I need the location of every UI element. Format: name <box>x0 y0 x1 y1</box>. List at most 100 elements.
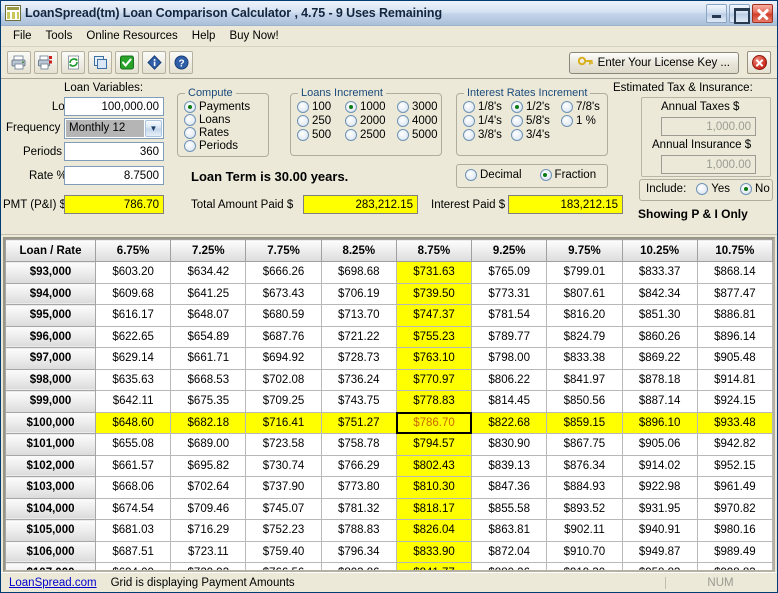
grid-cell-highlighted[interactable]: $810.30 <box>395 476 473 499</box>
rates-increment-option-7-8[interactable]: 7/8's <box>561 101 609 113</box>
grid-cell[interactable]: $961.49 <box>696 476 773 499</box>
grid-cell-highlighted[interactable]: $859.15 <box>546 411 623 434</box>
grid-cell[interactable]: $668.06 <box>94 476 172 499</box>
grid-cell[interactable]: $877.47 <box>696 282 773 305</box>
grid-cell[interactable]: $661.57 <box>94 454 172 477</box>
grid-cell[interactable]: $886.81 <box>696 304 773 327</box>
radio-icon[interactable] <box>561 101 573 113</box>
grid-cell[interactable]: $839.13 <box>471 454 548 477</box>
grid-row-header[interactable]: $93,000 <box>5 261 96 284</box>
close-button[interactable] <box>752 3 773 23</box>
radio-icon[interactable] <box>511 115 523 127</box>
grid-cell[interactable]: $919.30 <box>546 562 623 570</box>
grid-cell[interactable]: $773.80 <box>320 476 397 499</box>
grid-cell[interactable]: $709.25 <box>245 390 322 413</box>
radio-icon[interactable] <box>184 127 196 139</box>
grid-cell[interactable]: $896.14 <box>696 325 773 348</box>
grid-row-header[interactable]: $99,000 <box>5 390 96 413</box>
radio-icon[interactable] <box>397 115 409 127</box>
grid-cell[interactable]: $723.58 <box>245 433 322 456</box>
grid-cell[interactable]: $880.26 <box>471 562 548 570</box>
grid-cell[interactable]: $922.98 <box>621 476 698 499</box>
grid-cell-highlighted[interactable]: $822.68 <box>471 411 548 434</box>
grid-cell[interactable]: $876.34 <box>546 454 623 477</box>
grid-row-header[interactable]: $98,000 <box>5 368 96 391</box>
radio-icon[interactable] <box>463 129 475 141</box>
radio-icon[interactable] <box>696 183 709 195</box>
radio-icon[interactable] <box>184 140 196 152</box>
grid-cell[interactable]: $781.54 <box>471 304 548 327</box>
grid-cell[interactable]: $743.75 <box>320 390 397 413</box>
grid-cell[interactable]: $721.22 <box>320 325 397 348</box>
grid-cell-highlighted[interactable]: $747.37 <box>395 304 473 327</box>
grid-cell[interactable]: $989.49 <box>696 540 773 563</box>
grid-cell-highlighted[interactable]: $755.23 <box>395 325 473 348</box>
grid-row-header[interactable]: $101,000 <box>5 433 96 456</box>
grid-cell[interactable]: $850.56 <box>546 390 623 413</box>
rates-increment-option-5-8[interactable]: 5/8's <box>511 115 561 127</box>
rates-increment-option-1-2[interactable]: 1/2's <box>511 101 561 113</box>
radio-icon[interactable] <box>184 101 196 113</box>
grid-cell[interactable]: $847.36 <box>471 476 548 499</box>
grid-cell[interactable]: $902.11 <box>546 519 623 542</box>
grid-cell[interactable]: $737.90 <box>245 476 322 499</box>
loans-increment-option-1000[interactable]: 1000 <box>345 101 397 113</box>
loans-increment-option-3000[interactable]: 3000 <box>397 101 445 113</box>
radio-icon[interactable] <box>297 101 309 113</box>
grid-cell[interactable]: $863.81 <box>471 519 548 542</box>
grid-row-header[interactable]: $107,000 <box>5 562 96 570</box>
grid-cell[interactable]: $807.61 <box>546 282 623 305</box>
grid-cell[interactable]: $998.83 <box>696 562 773 570</box>
grid-cell[interactable]: $789.77 <box>471 325 548 348</box>
grid-cell[interactable]: $758.78 <box>320 433 397 456</box>
grid-cell[interactable]: $694.92 <box>245 347 322 370</box>
grid-cell[interactable]: $728.73 <box>320 347 397 370</box>
grid-cell[interactable]: $745.07 <box>245 497 322 520</box>
compute-option-periods[interactable]: Periods <box>184 140 250 152</box>
rates-increment-option-1-8[interactable]: 1/8's <box>463 101 511 113</box>
radio-icon[interactable] <box>561 115 573 127</box>
grid-cell[interactable]: $798.00 <box>471 347 548 370</box>
grid-cell[interactable]: $878.18 <box>621 368 698 391</box>
grid-cell-highlighted[interactable]: $716.41 <box>245 411 322 434</box>
loans-increment-option-2000[interactable]: 2000 <box>345 115 397 127</box>
print-button[interactable] <box>7 51 31 74</box>
grid-cell[interactable]: $666.26 <box>245 261 322 284</box>
grid-cell[interactable]: $674.54 <box>94 497 172 520</box>
include-yes[interactable]: Yes <box>696 183 730 195</box>
grid-cell[interactable]: $634.42 <box>170 261 247 284</box>
grid-cell-highlighted[interactable]: $841.77 <box>395 562 473 570</box>
compute-option-rates[interactable]: Rates <box>184 127 250 139</box>
grid-cell[interactable]: $867.75 <box>546 433 623 456</box>
loans-increment-option-2500[interactable]: 2500 <box>345 129 397 141</box>
grid-column-header[interactable]: 9.75% <box>546 239 623 262</box>
grid-cell[interactable]: $729.93 <box>170 562 247 570</box>
grid-cell-highlighted[interactable]: $770.97 <box>395 368 473 391</box>
copy-windows-button[interactable] <box>88 51 112 74</box>
grid-cell[interactable]: $689.00 <box>170 433 247 456</box>
grid-cell[interactable]: $687.51 <box>94 540 172 563</box>
grid-cell[interactable]: $723.11 <box>170 540 247 563</box>
grid-cell[interactable]: $642.11 <box>94 390 172 413</box>
radio-icon[interactable] <box>184 114 196 126</box>
grid-cell[interactable]: $893.52 <box>546 497 623 520</box>
rates-increment-option-3-8[interactable]: 3/8's <box>463 129 511 141</box>
menu-item-file[interactable]: File <box>6 28 39 44</box>
grid-cell[interactable]: $799.01 <box>546 261 623 284</box>
grid-cell[interactable]: $603.20 <box>94 261 172 284</box>
grid-cell-highlighted[interactable]: $833.90 <box>395 540 473 563</box>
menu-item-help[interactable]: Help <box>185 28 223 44</box>
grid-cell[interactable]: $765.09 <box>471 261 548 284</box>
grid-cell[interactable]: $702.08 <box>245 368 322 391</box>
grid-cell-highlighted[interactable]: $682.18 <box>170 411 247 434</box>
periods-input[interactable]: 360 <box>64 142 164 161</box>
grid-cell[interactable]: $884.93 <box>546 476 623 499</box>
grid-cell[interactable]: $914.02 <box>621 454 698 477</box>
menu-item-buy-now[interactable]: Buy Now! <box>222 28 285 44</box>
grid-cell[interactable]: $694.00 <box>94 562 172 570</box>
radio-icon[interactable] <box>345 101 357 113</box>
grid-cell[interactable]: $924.15 <box>696 390 773 413</box>
grid-row-header[interactable]: $95,000 <box>5 304 96 327</box>
grid-cell[interactable]: $851.30 <box>621 304 698 327</box>
radio-icon[interactable] <box>397 101 409 113</box>
